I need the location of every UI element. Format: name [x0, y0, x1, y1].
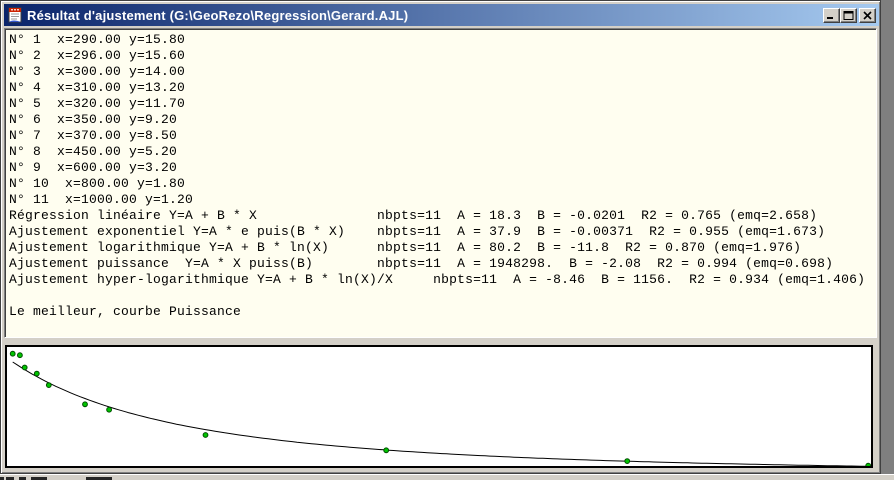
window-title: Résultat d'ajustement (G:\GeoRezo\Regres… — [27, 7, 409, 23]
close-icon — [863, 10, 872, 20]
data-point — [624, 458, 631, 464]
close-button[interactable] — [859, 7, 876, 23]
results-output-pane[interactable]: N° 1 x=290.00 y=15.80 N° 2 x=296.00 y=15… — [4, 28, 877, 338]
data-point — [865, 462, 871, 466]
data-point — [33, 370, 40, 377]
fit-chart-panel — [5, 345, 873, 468]
maximize-icon — [843, 10, 854, 20]
data-point — [383, 447, 390, 454]
desktop-backdrop — [881, 0, 894, 480]
document-icon — [8, 7, 22, 22]
data-point — [82, 401, 88, 408]
app-window: Résultat d'ajustement (G:\GeoRezo\Regres… — [0, 0, 881, 474]
data-point — [45, 382, 52, 388]
data-point — [21, 364, 28, 371]
data-point — [9, 350, 16, 357]
maximize-button[interactable] — [840, 7, 857, 23]
power-fit-curve — [12, 361, 871, 466]
fit-chart-svg — [9, 350, 871, 466]
titlebar[interactable]: Résultat d'ajustement (G:\GeoRezo\Regres… — [4, 4, 879, 26]
minimize-button[interactable] — [823, 7, 840, 23]
data-point — [17, 352, 23, 359]
window-controls — [823, 7, 876, 23]
background-window-edge — [0, 474, 894, 480]
data-point — [202, 432, 209, 438]
results-output-text: N° 1 x=290.00 y=15.80 N° 2 x=296.00 y=15… — [9, 32, 866, 319]
minimize-icon — [827, 16, 833, 19]
data-point — [106, 406, 112, 413]
